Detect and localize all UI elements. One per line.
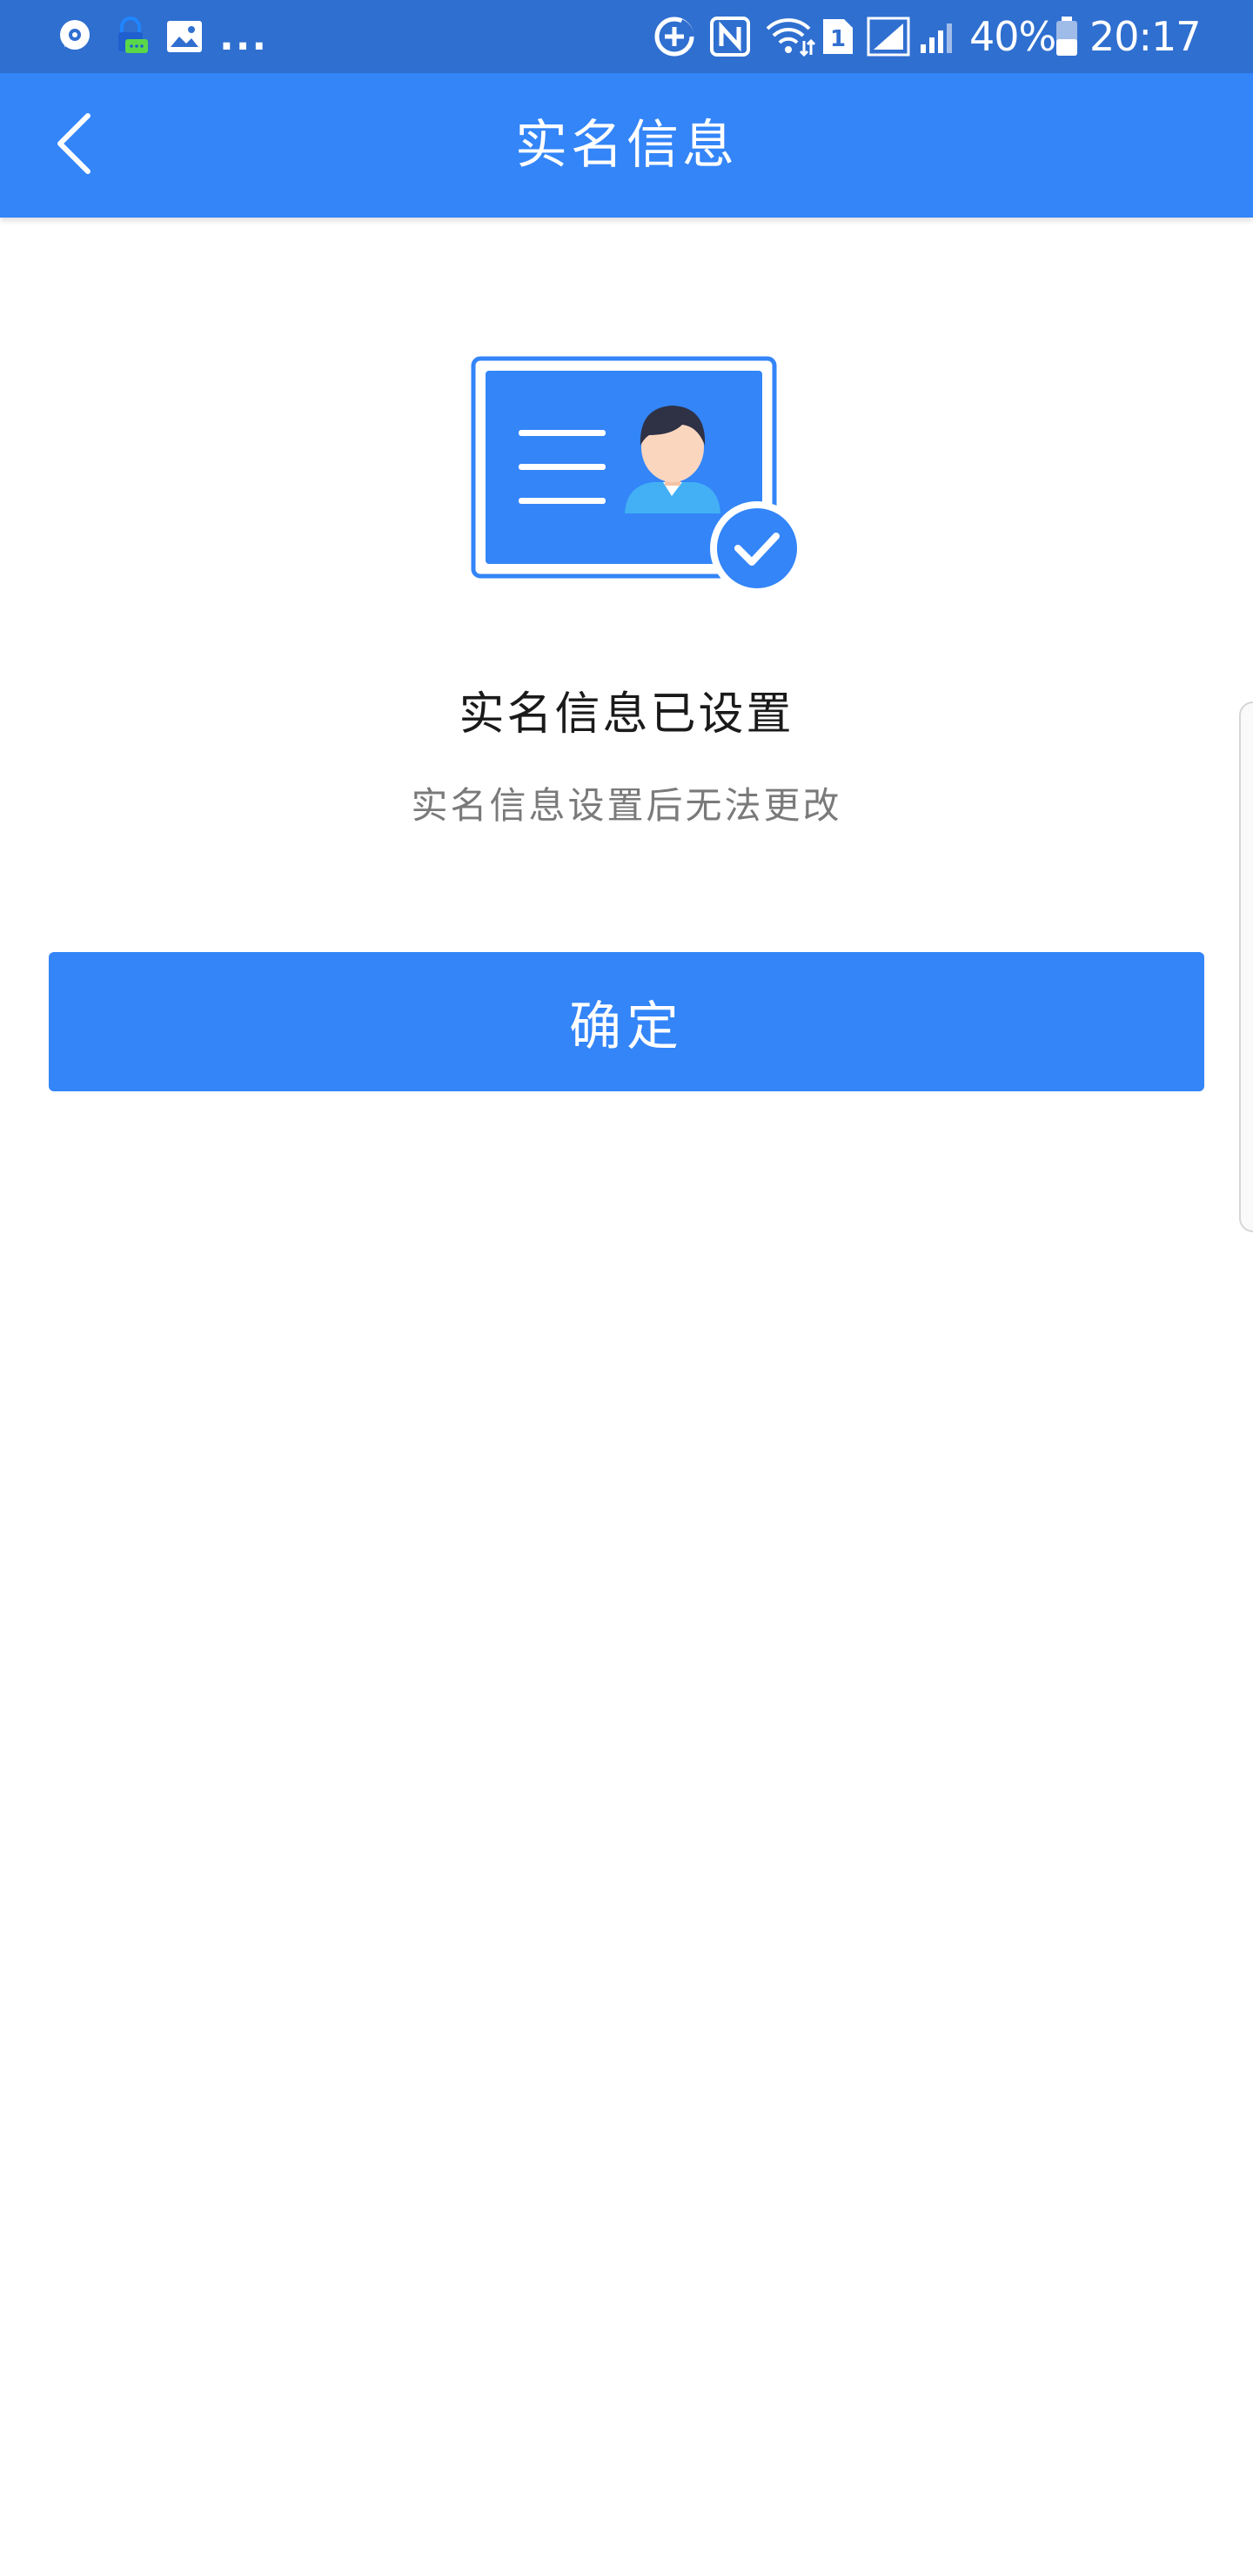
wifi-icon [764,0,816,73]
status-description: 实名信息设置后无法更改 [411,784,842,827]
edge-panel-handle[interactable] [1239,701,1253,1232]
more-notifications-indicator: ... [219,0,268,73]
battery-percent: 40% [969,0,1056,73]
screen: ... 1 40% 20:17 实名信息 实名信息已设置 实名信息设置后无法更改… [0,0,1253,2576]
data-saver-icon [653,0,696,73]
battery-icon [1055,0,1079,73]
status-bar: ... 1 40% 20:17 [0,0,1253,73]
more-indicator-text: ... [219,14,269,59]
signal-icon [919,0,959,73]
confirm-button[interactable]: 确定 [49,952,1204,1091]
status-heading: 实名信息已设置 [459,688,794,741]
chat-bubble-icon [56,0,94,73]
page-title: 实名信息 [515,115,738,176]
nfc-icon [710,0,750,73]
battery-percent-text: 40% [969,13,1056,60]
lock-message-icon [110,0,153,73]
app-bar: 实名信息 [0,73,1253,218]
clock: 20:17 [1089,0,1202,73]
sim-slot-label: 1 [830,26,846,52]
clock-text: 20:17 [1089,13,1202,60]
signal-icon [867,0,910,73]
image-icon [165,0,204,73]
id-card-verified-icon [470,355,809,599]
sim-1-icon: 1 [821,0,854,73]
